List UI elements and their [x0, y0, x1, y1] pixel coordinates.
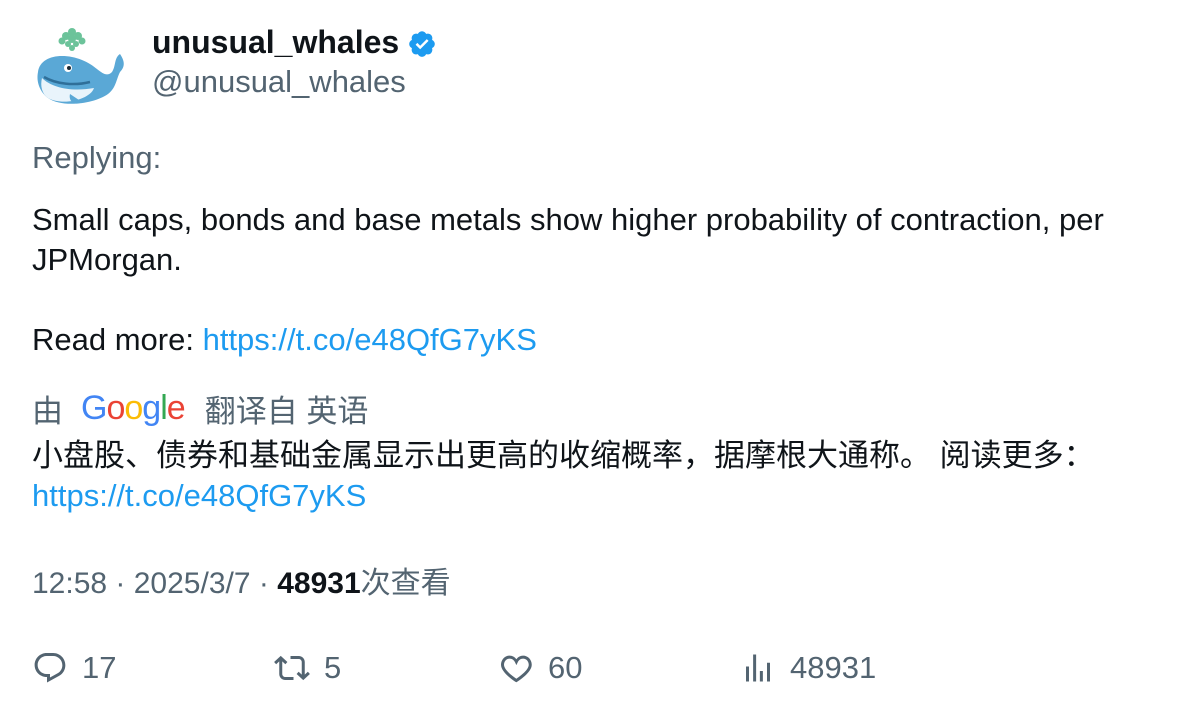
translation-prefix: 由: [32, 393, 63, 429]
analytics-icon: [746, 654, 770, 682]
views-label: 次查看: [360, 567, 451, 600]
tweet-body: Small caps, bonds and base metals show h…: [32, 200, 1162, 360]
user-handle[interactable]: @unusual_whales: [152, 62, 852, 102]
tweet-text: Small caps, bonds and base metals show h…: [32, 202, 1104, 277]
tweet-date[interactable]: 2025/3/7: [134, 567, 251, 600]
retweet-icon: [274, 655, 310, 681]
translation-attribution: 由 Google 翻译自 英语: [32, 386, 368, 430]
translation-suffix: 翻译自 英语: [204, 393, 369, 429]
views-count: 48931: [277, 567, 361, 600]
reply-button[interactable]: 17: [32, 650, 116, 686]
verified-badge-icon: [409, 30, 435, 57]
avatar[interactable]: [32, 22, 128, 118]
read-more-label: Read more:: [32, 322, 194, 357]
reply-count: 17: [82, 650, 117, 685]
meta-separator: ·: [250, 567, 278, 600]
translated-text-block: 小盘股、债券和基础金属显示出更高的收缩概率，据摩根大通称。 阅读更多： http…: [32, 436, 1172, 516]
tweet-meta: 12:58 · 2025/3/7 · 48931次查看: [32, 564, 451, 604]
tweet-time[interactable]: 12:58: [32, 567, 107, 600]
reply-icon: [34, 653, 66, 683]
views-button[interactable]: 48931: [740, 650, 876, 686]
views-action-count: 48931: [790, 650, 877, 685]
replying-label: Replying:: [32, 140, 162, 175]
display-name[interactable]: unusual_whales: [152, 22, 852, 62]
retweet-button[interactable]: 5: [274, 650, 341, 686]
read-more-line: Read more: https://t.co/e48QfG7yKS: [32, 320, 1162, 360]
google-logo: Google: [81, 388, 186, 427]
translated-text: 小盘股、债券和基础金属显示出更高的收缩概率，据摩根大通称。 阅读更多：: [32, 438, 1095, 473]
retweet-count: 5: [324, 650, 342, 685]
action-bar: 17 5 60 48931: [32, 650, 1172, 694]
heart-icon: [501, 655, 532, 683]
like-button[interactable]: 60: [498, 650, 582, 686]
user-names: unusual_whales @unusual_whales: [152, 22, 852, 102]
display-name-text[interactable]: unusual_whales: [152, 22, 399, 62]
tweet-link[interactable]: https://t.co/e48QfG7yKS: [203, 322, 537, 357]
like-count: 60: [548, 650, 583, 685]
meta-separator: ·: [107, 567, 134, 600]
translated-link[interactable]: https://t.co/e48QfG7yKS: [32, 478, 366, 513]
